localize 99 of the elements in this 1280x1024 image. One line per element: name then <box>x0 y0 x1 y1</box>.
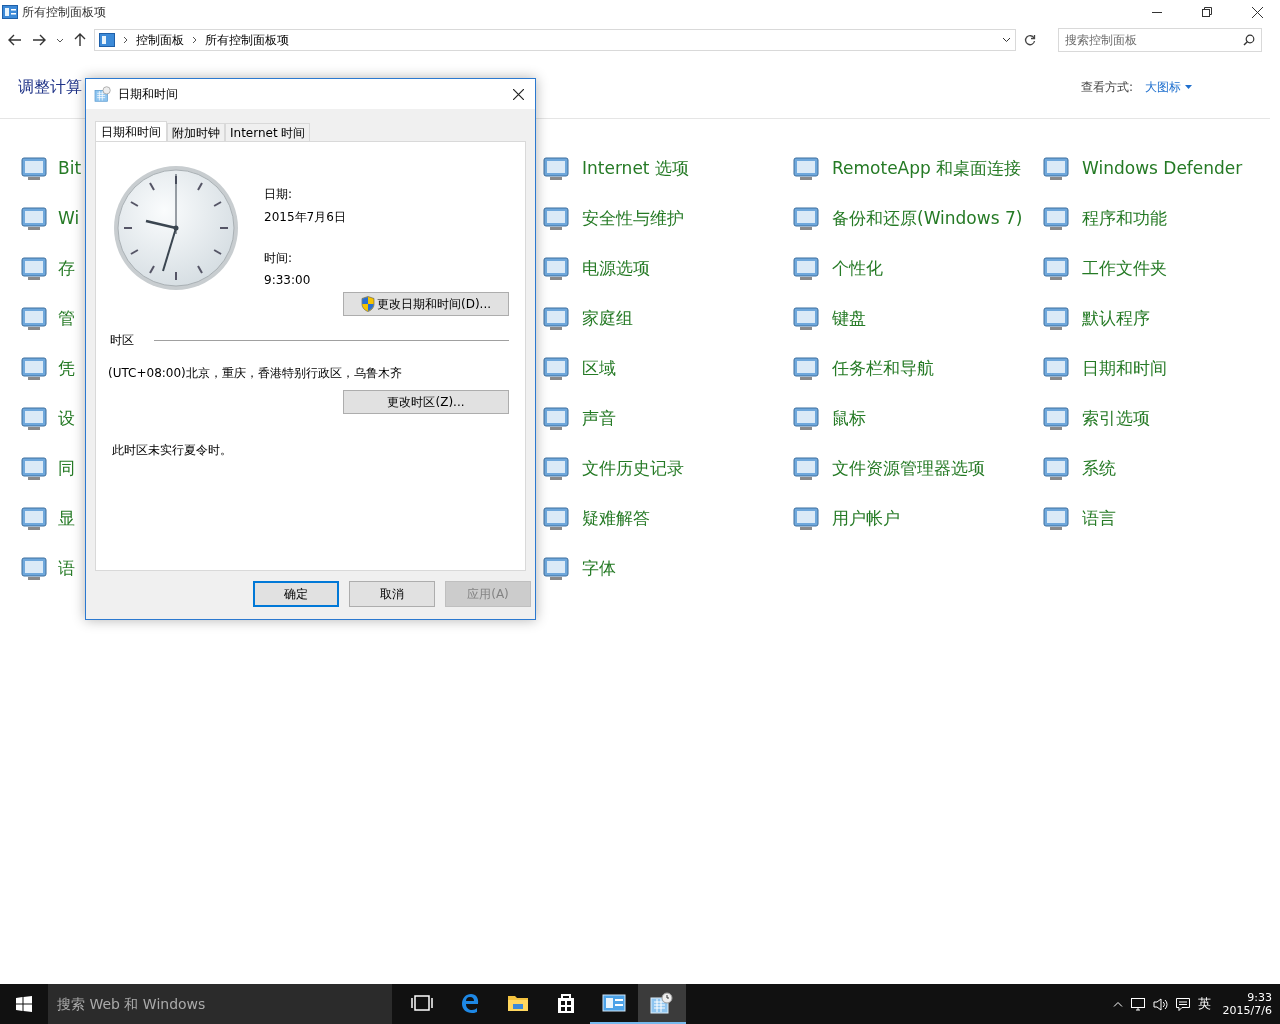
applet-link[interactable]: Bit <box>58 158 82 178</box>
applet-link[interactable]: 默认程序 <box>1082 306 1150 330</box>
task-view-icon <box>411 995 433 1011</box>
shield-icon <box>360 296 375 312</box>
applet-link[interactable]: 区域 <box>582 356 616 380</box>
chevron-down-icon[interactable] <box>1002 37 1011 43</box>
dst-note: 此时区未实行夏令时。 <box>112 442 233 459</box>
applet-link[interactable]: 工作文件夹 <box>1082 256 1167 280</box>
applet-link[interactable]: 同 <box>58 456 75 480</box>
tab[interactable]: 日期和时间 <box>95 121 167 143</box>
applet-link[interactable]: Internet 选项 <box>582 156 689 180</box>
chevron-right-icon <box>192 36 197 44</box>
applet-link[interactable]: 键盘 <box>832 306 866 330</box>
date-value: 2015年7月6日 <box>264 209 346 226</box>
applet-link[interactable]: 语言 <box>1082 506 1116 530</box>
applet-link[interactable]: RemoteApp 和桌面连接 <box>832 156 1022 180</box>
view-by-label: 查看方式: <box>1080 78 1133 96</box>
caret-down-icon <box>1185 85 1192 89</box>
timezone-heading: 时区 <box>110 332 134 349</box>
applet-link[interactable]: 家庭组 <box>582 306 633 330</box>
breadcrumb[interactable]: 所有控制面板项 <box>205 31 289 49</box>
applet-link[interactable]: Wi <box>58 208 80 228</box>
calendar-clock-icon <box>94 86 112 102</box>
change-date-time-button[interactable]: 更改日期和时间(D)... <box>343 292 509 316</box>
applet-link[interactable]: 程序和功能 <box>1082 206 1167 230</box>
search-field[interactable]: 搜索控制面板 <box>1058 28 1262 52</box>
applet-link[interactable]: 系统 <box>1082 456 1116 480</box>
search-icon <box>1243 34 1255 46</box>
close-icon <box>512 88 524 100</box>
applet-link[interactable]: 字体 <box>582 556 616 580</box>
message-icon <box>1175 997 1190 1011</box>
monitor-icon <box>1130 997 1145 1011</box>
taskbar-clock[interactable]: 9:33 2015/7/6 <box>1218 991 1272 1017</box>
folder-icon <box>507 994 529 1012</box>
tab[interactable]: Internet 时间 <box>225 123 311 143</box>
applet-link[interactable]: 日期和时间 <box>1082 356 1167 380</box>
tab[interactable]: 附加时钟 <box>167 123 225 143</box>
network-button[interactable] <box>1130 997 1145 1011</box>
applet-link[interactable]: 凭 <box>58 356 75 380</box>
dialog-button[interactable]: 确定 <box>253 581 339 607</box>
refresh-icon <box>1024 34 1036 46</box>
restore-icon <box>1202 7 1212 17</box>
clock-time: 9:33 <box>1247 991 1272 1004</box>
change-timezone-button[interactable]: 更改时区(Z)... <box>343 390 509 414</box>
applet-link[interactable]: 个性化 <box>832 256 883 280</box>
applet-link[interactable]: 存 <box>58 256 75 280</box>
applet-link[interactable]: 语 <box>58 556 75 580</box>
taskbar-app-button[interactable] <box>638 984 686 1024</box>
clock-date: 2015/7/6 <box>1222 1004 1272 1017</box>
edge-e-icon <box>459 992 481 1014</box>
up-button[interactable] <box>72 31 88 49</box>
chevron-up-icon <box>1112 1001 1123 1007</box>
up-arrow-icon <box>74 33 86 47</box>
chevron-down-icon <box>56 37 64 43</box>
applet-link[interactable]: 鼠标 <box>832 406 866 430</box>
breadcrumb[interactable]: 控制面板 <box>136 31 184 49</box>
applet-link[interactable]: 安全性与维护 <box>582 206 684 230</box>
chevron-right-icon <box>123 36 128 44</box>
speaker-icon <box>1152 997 1168 1011</box>
applet-link[interactable]: 文件资源管理器选项 <box>832 456 985 480</box>
forward-button[interactable] <box>30 32 48 48</box>
applet-link[interactable]: 显 <box>58 506 75 530</box>
shopping-bag-icon <box>556 992 576 1014</box>
view-mode-dropdown[interactable]: 大图标 <box>1145 78 1192 96</box>
applet-link[interactable]: 用户帐户 <box>832 506 900 530</box>
applet-link[interactable]: 文件历史记录 <box>582 456 684 480</box>
applet-link[interactable]: 声音 <box>582 406 616 430</box>
applet-link[interactable]: Windows Defender <box>1082 158 1243 178</box>
timezone-value: (UTC+08:00)北京，重庆，香港特别行政区，乌鲁木齐 <box>108 365 403 382</box>
close-icon <box>1251 6 1263 18</box>
page-heading: 调整计算 <box>18 76 82 98</box>
applet-link[interactable]: 疑难解答 <box>582 506 650 530</box>
forward-arrow-icon <box>32 34 46 46</box>
show-hidden-icons-button[interactable] <box>1112 1001 1123 1007</box>
applet-link[interactable]: 设 <box>58 406 75 430</box>
time-label: 时间: <box>264 250 294 267</box>
refresh-button[interactable] <box>1022 32 1038 48</box>
notifications-button[interactable] <box>1175 997 1190 1011</box>
minimize-icon <box>1152 11 1162 13</box>
calendar-clock-icon <box>650 992 674 1014</box>
applet-link[interactable]: 备份和还原(Windows 7) <box>832 206 1023 230</box>
applet-link[interactable]: 管 <box>58 306 75 330</box>
input-method-button[interactable]: 英 <box>1197 995 1211 1013</box>
time-value: 9:33:00 <box>264 273 312 287</box>
address-bar[interactable]: 控制面板 所有控制面板项 <box>94 29 1016 51</box>
windows-logo-icon <box>16 996 32 1012</box>
applet-link[interactable]: 电源选项 <box>582 256 650 280</box>
window-title: 所有控制面板项 <box>22 3 107 21</box>
dialog-button[interactable]: 取消 <box>349 581 435 607</box>
dialog-title: 日期和时间 <box>118 85 179 103</box>
control-panel-icon <box>602 994 626 1012</box>
taskbar-search-field[interactable]: 搜索 Web 和 Windows <box>48 984 392 1024</box>
volume-button[interactable] <box>1152 997 1168 1011</box>
applet-link[interactable]: 任务栏和导航 <box>832 356 934 380</box>
control-panel-icon <box>99 33 115 47</box>
date-label: 日期: <box>264 186 294 203</box>
back-arrow-icon <box>8 34 22 46</box>
back-button[interactable] <box>6 32 24 48</box>
applet-link[interactable]: 索引选项 <box>1082 406 1150 430</box>
